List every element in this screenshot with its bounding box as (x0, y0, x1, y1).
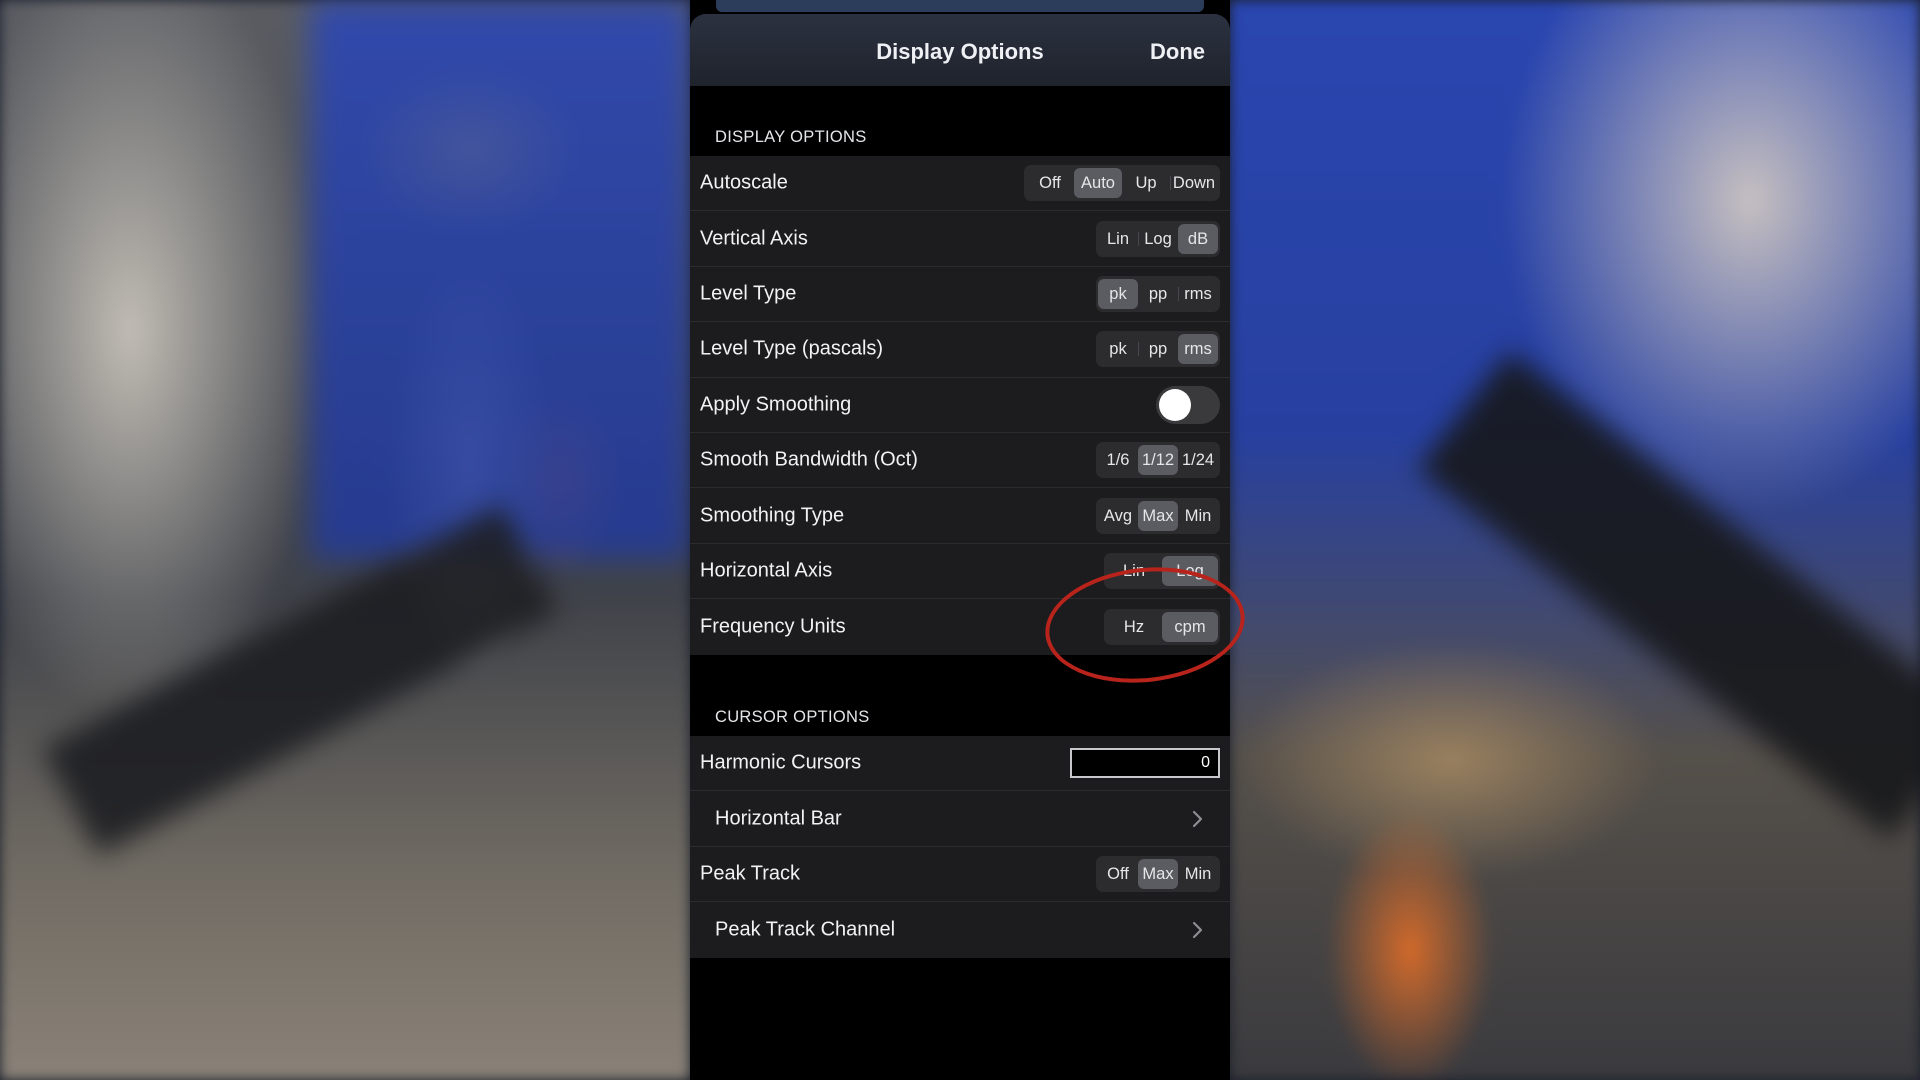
done-button[interactable]: Done (1150, 39, 1205, 65)
smoothing-type-row: Smoothing Type Avg Max Min (690, 488, 1230, 544)
frequency-units-option-hz[interactable]: Hz (1106, 612, 1162, 642)
display-options-sheet: Display Options Done DISPLAY OPTIONS Aut… (690, 0, 1230, 1080)
toggle-knob (1159, 388, 1191, 421)
vertical-axis-segmented-control[interactable]: Lin Log dB (1096, 220, 1220, 257)
level-type-pascals-option-pk[interactable]: pk (1098, 334, 1138, 364)
peak-track-option-off[interactable]: Off (1098, 859, 1138, 889)
background-right (1230, 0, 1920, 1080)
sheet-background-card (716, 0, 1204, 12)
peak-track-channel-row[interactable]: Peak Track Channel (690, 902, 1230, 957)
apply-smoothing-row: Apply Smoothing (690, 378, 1230, 433)
apply-smoothing-toggle[interactable] (1156, 385, 1220, 424)
autoscale-row: Autoscale Off Auto Up Down (690, 156, 1230, 212)
vertical-axis-label: Vertical Axis (700, 227, 808, 250)
cursor-options-group: Harmonic Cursors Horizontal Bar Peak Tra… (690, 736, 1230, 958)
nav-title: Display Options (876, 39, 1044, 64)
horizontal-axis-segmented-control[interactable]: Lin Log (1104, 552, 1220, 589)
vertical-axis-option-lin[interactable]: Lin (1098, 224, 1138, 254)
autoscale-option-up[interactable]: Up (1122, 168, 1170, 198)
smoothing-type-option-max[interactable]: Max (1138, 500, 1178, 531)
section-header-cursor-options: CURSOR OPTIONS (715, 708, 870, 726)
smooth-bandwidth-oct-option-1-12[interactable]: 1/12 (1138, 445, 1178, 476)
harmonic-cursors-input[interactable] (1070, 748, 1220, 779)
harmonic-cursors-label: Harmonic Cursors (700, 751, 862, 774)
nav-bar: Display Options Done (690, 14, 1230, 86)
level-type-row: Level Type pk pp rms (690, 267, 1230, 323)
level-type-label: Level Type (700, 282, 797, 305)
background-rail (1417, 351, 1920, 839)
apply-smoothing-label: Apply Smoothing (700, 393, 852, 416)
level-type-segmented-control[interactable]: pk pp rms (1096, 275, 1220, 312)
horizontal-axis-option-log[interactable]: Log (1162, 555, 1218, 586)
frequency-units-label: Frequency Units (700, 615, 846, 638)
smooth-bandwidth-oct-option-1-24[interactable]: 1/24 (1178, 445, 1218, 475)
peak-track-row: Peak Track Off Max Min (690, 847, 1230, 903)
level-type-pascals-label: Level Type (pascals) (700, 337, 884, 360)
peak-track-label: Peak Track (700, 862, 801, 885)
level-type-option-pp[interactable]: pp (1138, 279, 1178, 309)
smooth-bandwidth-oct-segmented-control[interactable]: 1/6 1/12 1/24 (1096, 442, 1220, 479)
peak-track-segmented-control[interactable]: Off Max Min (1096, 855, 1220, 892)
chevron-right-icon (1192, 810, 1203, 827)
horizontal-bar-row[interactable]: Horizontal Bar (690, 791, 1230, 847)
horizontal-axis-row: Horizontal Axis Lin Log (690, 544, 1230, 600)
smooth-bandwidth-oct-label: Smooth Bandwidth (Oct) (700, 448, 918, 471)
section-header-display-options: DISPLAY OPTIONS (715, 128, 867, 146)
autoscale-option-auto[interactable]: Auto (1074, 168, 1122, 199)
level-type-pascals-segmented-control[interactable]: pk pp rms (1096, 331, 1220, 368)
background-blue-panel (310, 0, 690, 560)
smooth-bandwidth-oct-row: Smooth Bandwidth (Oct) 1/6 1/12 1/24 (690, 433, 1230, 489)
smoothing-type-option-min[interactable]: Min (1178, 501, 1218, 531)
smoothing-type-label: Smoothing Type (700, 504, 845, 527)
harmonic-cursors-row: Harmonic Cursors (690, 736, 1230, 792)
autoscale-segmented-control[interactable]: Off Auto Up Down (1024, 165, 1220, 202)
autoscale-option-off[interactable]: Off (1026, 168, 1074, 198)
frequency-units-row: Frequency Units Hz cpm (690, 599, 1230, 654)
level-type-option-pk[interactable]: pk (1098, 278, 1138, 309)
smoothing-type-option-avg[interactable]: Avg (1098, 501, 1138, 531)
level-type-option-rms[interactable]: rms (1178, 279, 1218, 309)
horizontal-axis-label: Horizontal Axis (700, 559, 833, 582)
chevron-right-icon (1192, 921, 1203, 938)
frequency-units-option-cpm[interactable]: cpm (1162, 611, 1218, 642)
level-type-pascals-option-pp[interactable]: pp (1138, 334, 1178, 364)
background-left (0, 0, 690, 1080)
level-type-pascals-option-rms[interactable]: rms (1178, 334, 1218, 365)
horizontal-axis-option-lin[interactable]: Lin (1106, 556, 1162, 586)
peak-track-channel-label: Peak Track Channel (715, 918, 896, 941)
vertical-axis-option-db[interactable]: dB (1178, 223, 1218, 254)
level-type-pascals-row: Level Type (pascals) pk pp rms (690, 322, 1230, 378)
vertical-axis-row: Vertical Axis Lin Log dB (690, 211, 1230, 267)
autoscale-label: Autoscale (700, 171, 788, 194)
peak-track-option-min[interactable]: Min (1178, 859, 1218, 889)
smoothing-type-segmented-control[interactable]: Avg Max Min (1096, 497, 1220, 534)
vertical-axis-option-log[interactable]: Log (1138, 224, 1178, 254)
horizontal-bar-label: Horizontal Bar (715, 807, 842, 830)
display-options-group: Autoscale Off Auto Up Down Vertical Axis Lin Lo… (690, 156, 1230, 655)
peak-track-option-max[interactable]: Max (1138, 858, 1178, 889)
background-rail (42, 504, 558, 856)
frequency-units-segmented-control[interactable]: Hz cpm (1104, 608, 1220, 645)
smooth-bandwidth-oct-option-1-6[interactable]: 1/6 (1098, 445, 1138, 475)
autoscale-option-down[interactable]: Down (1170, 168, 1218, 198)
